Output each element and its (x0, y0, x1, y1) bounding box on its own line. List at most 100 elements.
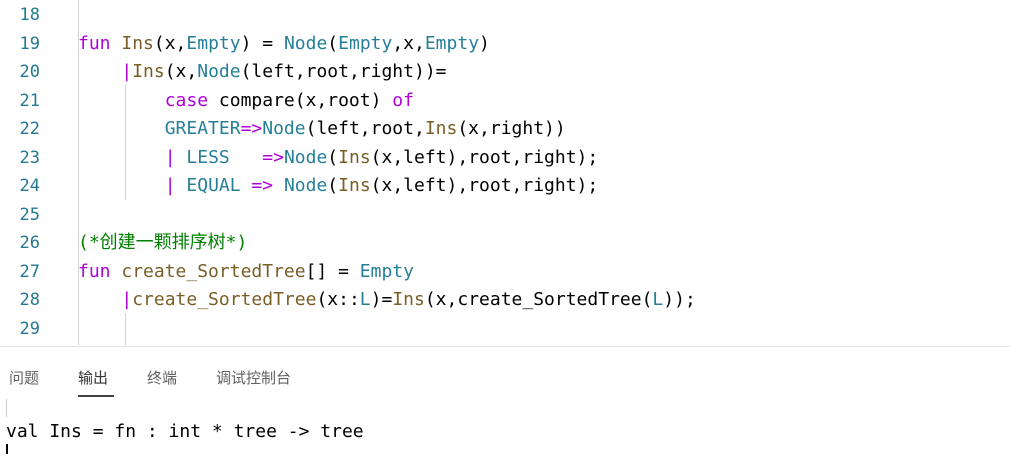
output-text: val Ins = fn : int * tree -> tree (6, 421, 364, 442)
line-number: 23 (19, 147, 40, 168)
code-token: (left,root, (305, 118, 425, 139)
code-line[interactable]: 26 (*创建一颗排序树*) (0, 229, 1010, 257)
bottom-panel: 问题 输出 终端 调试控制台 val Ins = fn : int * tree… (0, 347, 1010, 456)
code-token: (x,create_SortedTree( (424, 289, 653, 310)
tab-problems[interactable]: 问题 (9, 367, 39, 388)
code-token: ,x, (392, 32, 425, 54)
code-line[interactable]: 27 fun create_SortedTree[] = Empty (0, 258, 1010, 286)
code-token: Empty (338, 32, 393, 54)
active-tab-indicator (78, 395, 114, 397)
code-line[interactable]: 23 | LESS =>Node(Ins(x,left),root,right)… (0, 144, 1010, 172)
tab-debug-console[interactable]: 调试控制台 (216, 367, 291, 388)
code-text: fun Ins(x,Empty) = Node(Empty,x,Empty) (78, 30, 490, 58)
line-number: 28 (19, 290, 40, 310)
code-text: | EQUAL => Node(Ins(x,left),root,right); (78, 172, 599, 200)
code-token: of (392, 89, 414, 111)
code-line[interactable]: 21 case compare(x,root) of (0, 87, 1010, 115)
code-token: | (164, 175, 187, 196)
code-token: LESS (186, 146, 263, 168)
code-token: Ins (338, 146, 371, 168)
code-token: Empty (424, 32, 480, 54)
code-token: ( (327, 146, 339, 168)
code-token: Node (283, 32, 328, 54)
code-token: Node (197, 61, 241, 82)
code-text: |Ins(x,Node(left,root,right))= (78, 58, 447, 86)
code-token: fun (78, 32, 122, 54)
code-line[interactable]: 18 (0, 1, 1010, 29)
line-number: 19 (19, 33, 40, 54)
tab-output[interactable]: 输出 (78, 367, 108, 388)
code-text: GREATER=>Node(left,root,Ins(x,right)) (78, 115, 566, 143)
tab-terminal[interactable]: 终端 (147, 367, 177, 388)
line-number: 27 (19, 261, 40, 282)
code-token: Node (283, 175, 328, 196)
output-gutter-mark (6, 399, 7, 417)
code-line[interactable]: 19 fun Ins(x,Empty) = Node(Empty,x,Empty) (0, 30, 1010, 58)
code-token: Ins (392, 289, 425, 310)
line-number: 25 (19, 204, 40, 225)
code-token: Empty (186, 32, 241, 54)
code-token: ) = (240, 32, 284, 54)
code-token: Ins (338, 175, 371, 196)
code-token: Empty (359, 260, 414, 282)
code-token: => (240, 118, 263, 139)
code-token: => (251, 175, 284, 196)
code-line[interactable]: 22 GREATER=>Node(left,root,Ins(x,right)) (0, 115, 1010, 143)
code-token: Ins (424, 118, 458, 139)
code-token: create_SortedTree (121, 260, 306, 282)
code-token: ( (327, 32, 339, 54)
code-token: [] = (305, 260, 360, 282)
code-token: L (359, 289, 371, 310)
line-number: 29 (19, 318, 40, 339)
line-number: 18 (19, 5, 40, 25)
code-line[interactable]: 20 |Ins(x,Node(left,root,right))= (0, 58, 1010, 86)
line-number: 24 (19, 176, 40, 196)
code-token: ( (327, 175, 339, 196)
code-text: | LESS =>Node(Ins(x,left),root,right); (78, 144, 599, 172)
code-token: case (164, 89, 219, 111)
code-token: | (121, 61, 133, 82)
code-line[interactable]: 25 (0, 201, 1010, 229)
code-text: fun create_SortedTree[] = Empty (78, 258, 414, 286)
line-number: 26 (19, 233, 40, 253)
code-token: | (121, 289, 133, 310)
code-text: case compare(x,root) of (78, 87, 414, 115)
code-token: Node (262, 118, 306, 139)
code-editor[interactable]: 18 19 fun Ins(x,Empty) = Node(Empty,x,Empt… (0, 0, 1010, 345)
code-token: ) (479, 32, 490, 54)
code-token: (x:: (316, 289, 360, 310)
code-token: EQUAL (186, 175, 252, 196)
code-token: (x,right)) (457, 118, 566, 139)
line-number: 22 (19, 119, 40, 139)
code-token: Ins (121, 32, 154, 54)
text-cursor (6, 444, 8, 454)
code-token: (left,root,right))= (240, 61, 447, 82)
code-line[interactable]: 29 (0, 315, 1010, 343)
code-token: )= (370, 289, 393, 310)
code-token: (*创建一颗排序树*) (78, 232, 248, 253)
code-token: compare(x,root) (218, 89, 393, 111)
code-text: (*创建一颗排序树*) (78, 229, 247, 257)
line-number: 20 (19, 62, 40, 82)
code-token: Node (283, 146, 328, 168)
code-line[interactable]: 24 | EQUAL => Node(Ins(x,left),root,righ… (0, 172, 1010, 200)
code-token: L (652, 289, 664, 310)
code-token: (x, (153, 32, 187, 54)
code-line[interactable]: 28 |create_SortedTree(x::L)=Ins(x,create… (0, 286, 1010, 314)
line-number: 21 (19, 90, 40, 111)
code-token: Ins (132, 61, 165, 82)
code-text: |create_SortedTree(x::L)=Ins(x,create_So… (78, 286, 696, 314)
code-token: fun (78, 260, 122, 282)
code-token: )); (663, 289, 696, 310)
code-token: (x, (164, 61, 198, 82)
code-token: | (164, 146, 187, 168)
code-token: (x,left),root,right); (370, 175, 599, 196)
code-token: create_SortedTree (132, 289, 317, 310)
code-token: (x,left),root,right); (370, 146, 599, 168)
